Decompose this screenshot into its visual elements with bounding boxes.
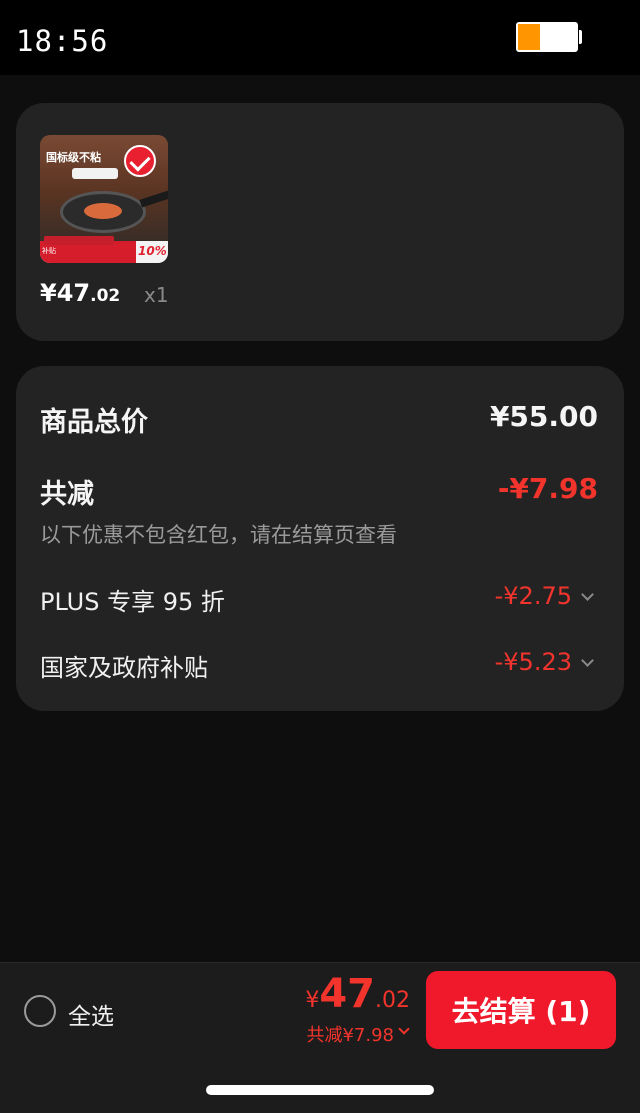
total-decimal: .02 [375,988,410,1013]
thumb-date-strip [44,236,114,245]
select-all-checkbox[interactable] [24,995,56,1027]
battery-tip [579,30,582,44]
reduce-label: 共减 [40,479,94,510]
total-currency: ¥ [305,988,320,1013]
price-decimal: .02 [90,286,121,306]
thumb-badge-label: 补贴 [42,247,56,255]
thumb-sub-label [72,168,118,179]
checkout-discount-detail[interactable]: 共减¥7.98 [306,1021,394,1047]
total-price-label: 商品总价 [40,407,148,438]
discount-row-label: 国家及政府补贴 [40,654,208,682]
discount-note: 以下优惠不包含红包，请在结算页查看 [40,523,397,547]
product-quantity: x1 [144,283,169,307]
chevron-down-icon[interactable] [581,588,594,601]
chevron-down-icon[interactable] [581,654,594,667]
checkout-total-price: ¥47.02 [305,971,410,1017]
product-image[interactable]: 国标级不粘 补贴 10% [40,135,168,263]
status-time: 18:56 [16,24,109,58]
pan-handle-image [139,190,168,208]
home-indicator[interactable] [206,1085,434,1095]
price-integer: 47 [56,279,91,307]
pan-food-image [84,203,122,219]
discount-row-value: -¥2.75 [494,582,572,610]
reduce-value: -¥7.98 [497,472,598,505]
checkmark-icon [124,145,156,177]
thumb-discount: 10% [138,244,167,258]
price-currency: ¥ [40,279,57,307]
chevron-down-icon[interactable] [398,1023,410,1035]
discount-row-label: PLUS 专享 95 折 [40,588,225,616]
select-all-label[interactable]: 全选 [68,997,114,1031]
product-price: ¥47.02 [40,279,120,307]
battery-icon [516,22,578,52]
battery-level [518,24,541,50]
product-card: 国标级不粘 补贴 10% ¥47.02 x1 [16,103,624,341]
total-integer: 47 [319,971,375,1017]
total-price-value: ¥55.00 [489,400,598,433]
checkout-button[interactable]: 去结算 (1) [426,971,616,1049]
discount-row-value: -¥5.23 [494,648,572,676]
status-bar: 18:56 [0,0,640,75]
price-summary-card: 商品总价 ¥55.00 共减 -¥7.98 以下优惠不包含红包，请在结算页查看 … [16,366,624,711]
